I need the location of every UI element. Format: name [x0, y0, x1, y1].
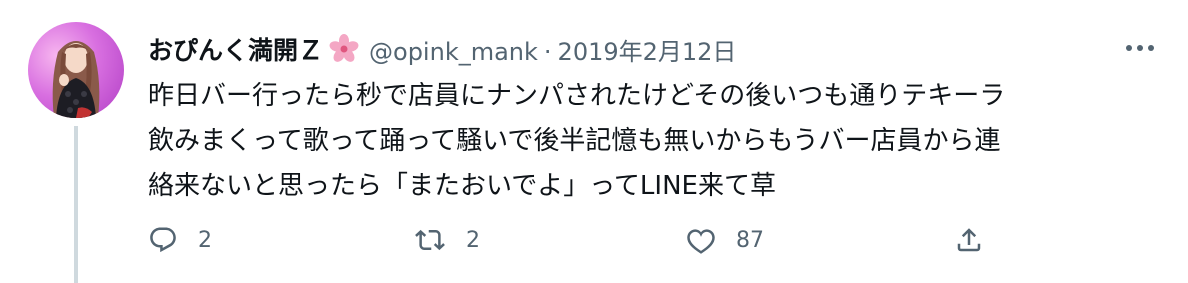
retweet-button[interactable]: 2 — [414, 220, 480, 260]
meta-separator: · — [543, 37, 552, 66]
retweet-icon — [415, 229, 445, 251]
user-handle[interactable]: @opink_mank — [369, 38, 538, 66]
more-dots-icon — [1126, 45, 1154, 51]
tweet-text-line: 昨日バー行ったら秒で店員にナンパされたけどその後いつも通りテキーラ — [148, 81, 1006, 111]
tweet-actions: 2 2 87 — [148, 220, 1158, 260]
like-button[interactable]: 87 — [686, 220, 764, 260]
retweet-count: 2 — [466, 227, 480, 253]
tweet-text-line: 飲みまくって歌って踊って騒いで後半記憶も無いからもうバー店員から連 — [148, 126, 1001, 156]
thread-line — [74, 126, 78, 283]
tweet-date[interactable]: 2019年2月12日 — [558, 38, 737, 66]
tweet-header: おぴんく満開Ｚ @opink_mank · 2019年2月12日 — [148, 31, 736, 67]
more-options-button[interactable] — [1122, 34, 1158, 62]
avatar-illustration — [52, 41, 100, 118]
display-name[interactable]: おぴんく満開Ｚ — [148, 31, 323, 67]
tweet-text-line: 絡来ないと思ったら「またおいでよ」ってLINE来て草 — [148, 171, 776, 201]
heart-icon — [687, 229, 715, 254]
avatar[interactable] — [28, 22, 124, 118]
reply-icon — [150, 227, 176, 253]
like-count: 87 — [736, 227, 764, 253]
cherry-blossom-icon — [329, 34, 359, 64]
reply-count: 2 — [198, 227, 212, 253]
tweet-text: 昨日バー行ったら秒で店員にナンパされたけどその後いつも通りテキーラ 飲みまくって… — [148, 74, 1158, 209]
tweet-meta: @opink_mank · 2019年2月12日 — [369, 32, 736, 67]
tweet[interactable]: おぴんく満開Ｚ @opink_mank · 2019年2月12日 昨日バー行った… — [0, 0, 1188, 283]
reply-button[interactable]: 2 — [148, 220, 212, 260]
share-icon — [957, 228, 981, 252]
share-button[interactable] — [954, 220, 984, 260]
